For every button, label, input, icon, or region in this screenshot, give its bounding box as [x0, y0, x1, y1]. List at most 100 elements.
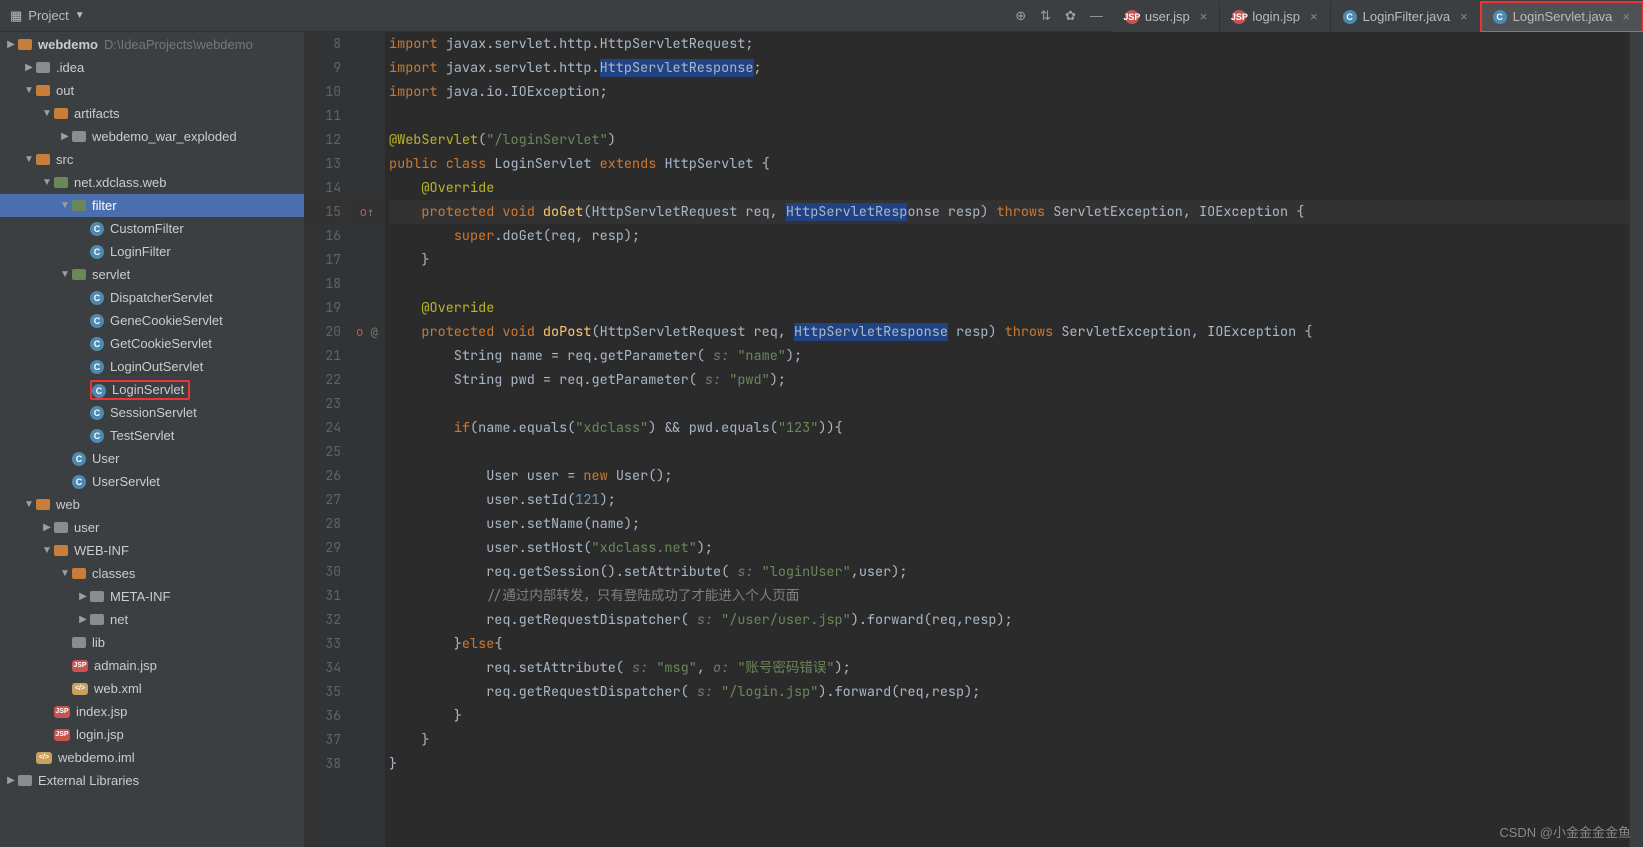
tree-item-label: user: [74, 520, 99, 535]
tree-item-label: net: [110, 612, 128, 627]
cls-icon: C: [90, 360, 104, 374]
tree-item-label: classes: [92, 566, 135, 581]
close-icon[interactable]: ×: [1310, 9, 1318, 24]
tree-item-artifacts[interactable]: ▼artifacts: [0, 102, 304, 125]
tree-item--idea[interactable]: ▶.idea: [0, 56, 304, 79]
root-path: D:\IdeaProjects\webdemo: [104, 37, 253, 52]
gear-icon[interactable]: ✿: [1065, 8, 1076, 24]
close-icon[interactable]: ×: [1200, 9, 1208, 24]
target-icon[interactable]: ⊕: [1015, 8, 1026, 24]
cls-icon: C: [90, 337, 104, 351]
tree-item-TestServlet[interactable]: CTestServlet: [0, 424, 304, 447]
cls-icon: C: [90, 245, 104, 259]
expand-icon[interactable]: ▶: [4, 775, 18, 786]
cls-icon: C: [90, 314, 104, 328]
close-icon[interactable]: ×: [1622, 9, 1630, 24]
tab-LoginServlet-java[interactable]: CLoginServlet.java×: [1481, 2, 1643, 32]
tree-item-web-xml[interactable]: </> web.xml: [0, 677, 304, 700]
cls-icon: C: [92, 384, 106, 398]
folder-o-icon: [36, 499, 50, 510]
project-label: Project: [28, 8, 68, 23]
collapse-icon[interactable]: —: [1090, 8, 1103, 24]
folder-o-icon: [72, 568, 86, 579]
folder-c-icon: [54, 522, 68, 533]
top-toolbar: ▦ Project ▼ ⊕ ⇅ ✿ — JSPuser.jsp×JSPlogin…: [0, 0, 1643, 32]
tree-item-servlet[interactable]: ▼ servlet: [0, 263, 304, 286]
expand-icon[interactable]: ▼: [58, 269, 72, 280]
expand-icon[interactable]: ▶: [76, 614, 90, 625]
folder-c-icon: [36, 62, 50, 73]
tab-LoginFilter-java[interactable]: CLoginFilter.java×: [1331, 2, 1481, 32]
tree-item-WEB-INF[interactable]: ▼ WEB-INF: [0, 539, 304, 562]
folder-c-icon: [90, 614, 104, 625]
tree-item-GeneCookieServlet[interactable]: CGeneCookieServlet: [0, 309, 304, 332]
tree-item-login-jsp[interactable]: JSPlogin.jsp: [0, 723, 304, 746]
expand-icon[interactable]: ▼: [22, 85, 36, 96]
tree-item-net[interactable]: ▶ net: [0, 608, 304, 631]
expand-icon[interactable]: ▶: [76, 591, 90, 602]
expand-icon[interactable]: ▶: [22, 62, 36, 73]
tree-item-web[interactable]: ▼web: [0, 493, 304, 516]
expand-icon[interactable]: ▼: [22, 499, 36, 510]
tree-item-webdemo-iml[interactable]: </> webdemo.iml: [0, 746, 304, 769]
tree-item-label: net.xdclass.web: [74, 175, 167, 190]
tree-item-out[interactable]: ▼out: [0, 79, 304, 102]
tree-item-label: servlet: [92, 267, 130, 282]
tree-item-label: web.xml: [94, 681, 142, 696]
expand-icon[interactable]: ▼: [40, 108, 54, 119]
tree-item-label: User: [92, 451, 119, 466]
tree-item-filter[interactable]: ▼filter: [0, 194, 304, 217]
tree-item-UserServlet[interactable]: CUserServlet: [0, 470, 304, 493]
tree-root[interactable]: ▶ webdemo D:\IdeaProjects\webdemo: [0, 32, 304, 56]
code-area[interactable]: import javax.servlet.http.HttpServletReq…: [385, 32, 1629, 847]
jsp-icon: JSP: [54, 706, 70, 718]
expand-icon[interactable]: ▶: [4, 39, 18, 50]
project-tree[interactable]: ▶ webdemo D:\IdeaProjects\webdemo ▶.idea…: [0, 32, 305, 847]
tree-item-lib[interactable]: lib: [0, 631, 304, 654]
tree-item-user[interactable]: ▶ user: [0, 516, 304, 539]
code-editor[interactable]: 8910111213141516171819202122232425262728…: [305, 32, 1643, 847]
tree-item-SessionServlet[interactable]: CSessionServlet: [0, 401, 304, 424]
vertical-scrollbar[interactable]: [1629, 32, 1643, 847]
main-area: ▶ webdemo D:\IdeaProjects\webdemo ▶.idea…: [0, 32, 1643, 847]
tab-login-jsp[interactable]: JSPlogin.jsp×: [1220, 2, 1330, 32]
expand-icon[interactable]: ▼: [40, 177, 54, 188]
cls-icon: C: [72, 475, 86, 489]
tree-item-GetCookieServlet[interactable]: CGetCookieServlet: [0, 332, 304, 355]
expand-icon[interactable]: ▼: [40, 545, 54, 556]
tree-item-label: LoginOutServlet: [110, 359, 203, 374]
tree-item-index-jsp[interactable]: JSPindex.jsp: [0, 700, 304, 723]
tree-item-admain-jsp[interactable]: JSPadmain.jsp: [0, 654, 304, 677]
tree-item-label: webdemo.iml: [58, 750, 135, 765]
tree-item-META-INF[interactable]: ▶ META-INF: [0, 585, 304, 608]
tree-item-LoginOutServlet[interactable]: C LoginOutServlet: [0, 355, 304, 378]
tree-item-label: External Libraries: [38, 773, 139, 788]
xml-icon: </>: [72, 683, 88, 695]
expand-icon[interactable]: ▶: [58, 131, 72, 142]
tree-item-User[interactable]: C User: [0, 447, 304, 470]
tree-item-net-xdclass-web[interactable]: ▼ net.xdclass.web: [0, 171, 304, 194]
tree-item-CustomFilter[interactable]: CCustomFilter: [0, 217, 304, 240]
module-icon: [18, 39, 32, 50]
close-icon[interactable]: ×: [1460, 9, 1468, 24]
tree-item-classes[interactable]: ▼ classes: [0, 562, 304, 585]
cls-icon: C: [72, 452, 86, 466]
folder-c-icon: [72, 131, 86, 142]
tree-item-label: WEB-INF: [74, 543, 129, 558]
expand-icon[interactable]: ▼: [58, 568, 72, 579]
tree-item-DispatcherServlet[interactable]: CDispatcherServlet: [0, 286, 304, 309]
project-tool-toggle[interactable]: ▦ Project ▼: [0, 8, 95, 24]
tree-item-webdemo_war_exploded[interactable]: ▶webdemo_war_exploded: [0, 125, 304, 148]
tree-item-LoginFilter[interactable]: CLoginFilter: [0, 240, 304, 263]
expand-icon[interactable]: ▼: [22, 154, 36, 165]
tab-user-jsp[interactable]: JSPuser.jsp×: [1113, 2, 1220, 32]
tree-item-label: META-INF: [110, 589, 170, 604]
cls-icon: C: [90, 222, 104, 236]
tree-item-External-Libraries[interactable]: ▶ External Libraries: [0, 769, 304, 792]
tree-item-LoginServlet[interactable]: CLoginServlet: [0, 378, 304, 401]
tree-item-src[interactable]: ▼src: [0, 148, 304, 171]
expand-icon[interactable]: ▼: [58, 200, 72, 211]
expand-icon[interactable]: ▶: [40, 522, 54, 533]
xml-icon: </>: [36, 752, 52, 764]
sort-icon[interactable]: ⇅: [1040, 8, 1051, 24]
